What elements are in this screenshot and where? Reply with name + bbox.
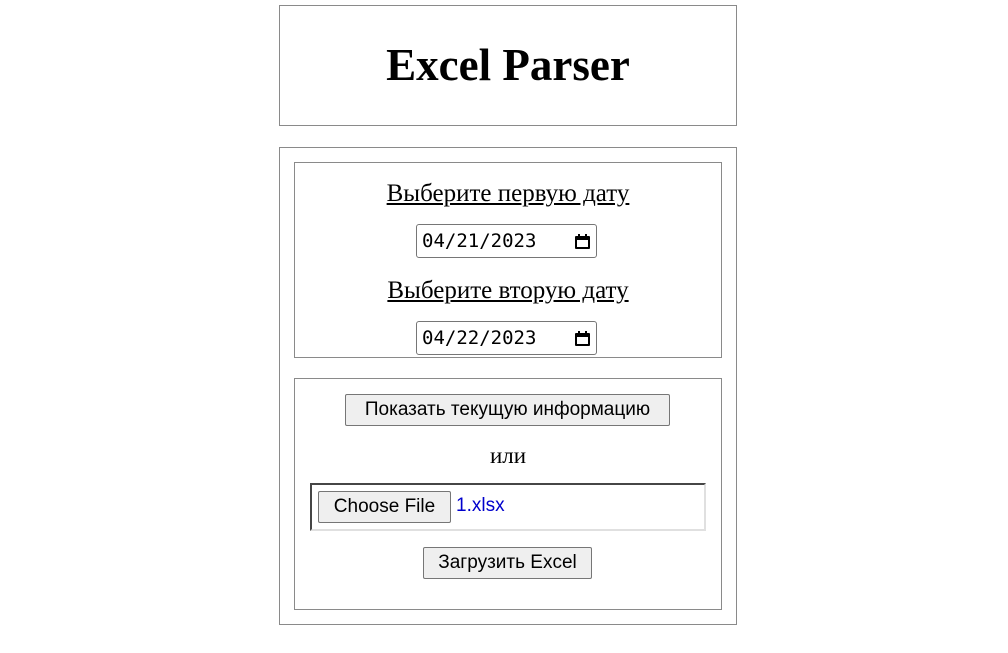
calendar-icon[interactable] <box>575 233 590 249</box>
date-selection-panel: Выберите первую дату 04/21/2023 Выберите… <box>294 162 722 358</box>
first-date-label: Выберите первую дату <box>386 180 630 207</box>
second-date-label: Выберите вторую дату <box>387 277 629 304</box>
header-panel: Excel Parser <box>279 5 737 126</box>
actions-panel: Показать текущую информацию или Choose F… <box>294 378 722 610</box>
main-panel: Выберите первую дату 04/21/2023 Выберите… <box>279 147 737 625</box>
or-separator: или <box>489 443 527 468</box>
calendar-icon[interactable] <box>575 330 590 346</box>
second-date-value: 04/22/2023 <box>422 327 537 349</box>
first-date-value: 04/21/2023 <box>422 230 537 252</box>
first-date-input[interactable]: 04/21/2023 <box>416 224 597 258</box>
second-date-input[interactable]: 04/22/2023 <box>416 321 597 355</box>
file-input[interactable]: Choose File 1.xlsx <box>310 483 706 531</box>
selected-file-name: 1.xlsx <box>456 495 505 516</box>
choose-file-button[interactable]: Choose File <box>318 491 451 523</box>
page-title: Excel Parser <box>386 40 630 90</box>
upload-excel-button[interactable]: Загрузить Excel <box>423 547 592 579</box>
show-current-info-button[interactable]: Показать текущую информацию <box>345 394 670 426</box>
